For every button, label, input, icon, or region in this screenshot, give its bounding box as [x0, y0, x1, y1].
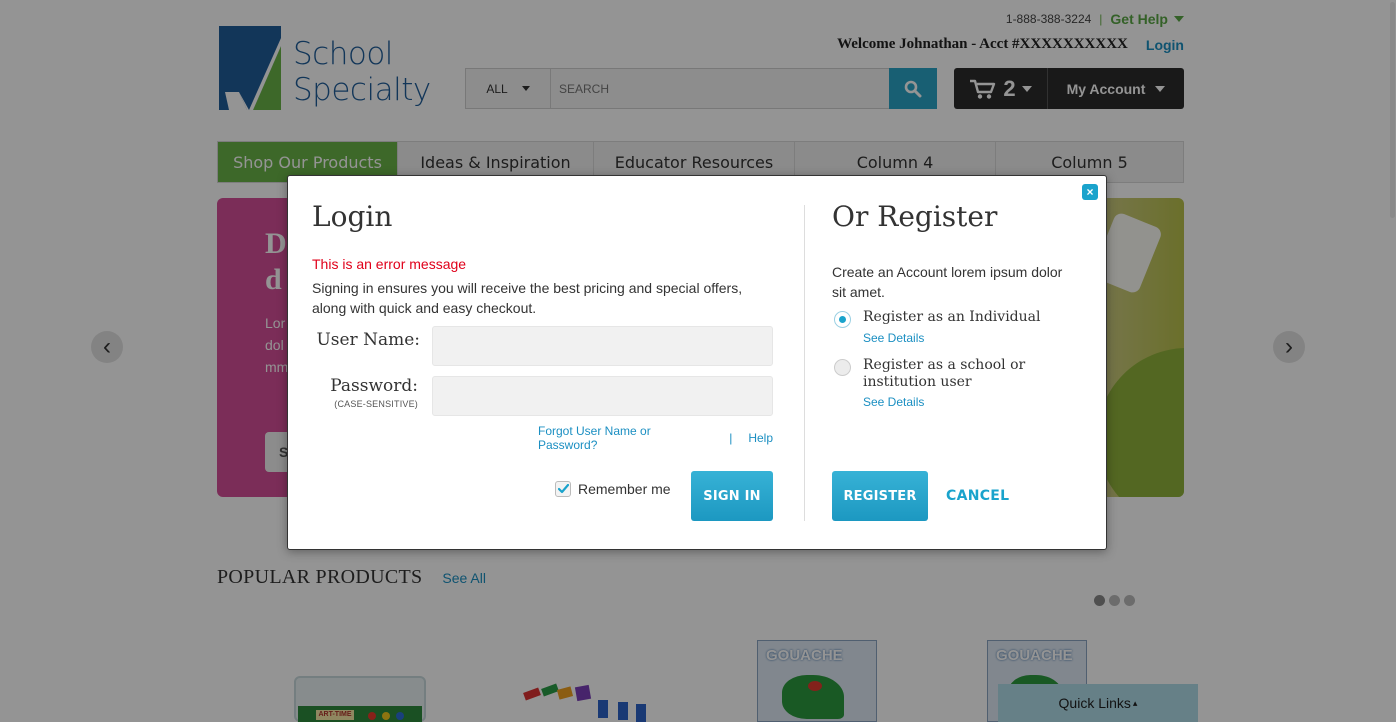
- page-scrollbar[interactable]: [1389, 0, 1396, 722]
- help-link[interactable]: Help: [748, 431, 773, 445]
- remember-me[interactable]: Remember me: [555, 481, 671, 497]
- remember-me-checkbox[interactable]: [555, 481, 571, 497]
- password-label: Password:: [330, 376, 418, 396]
- radio-dot: [839, 316, 846, 323]
- login-help-links: Forgot User Name or Password? | Help: [538, 424, 773, 452]
- close-icon: ×: [1086, 185, 1094, 199]
- register-button[interactable]: REGISTER: [832, 471, 928, 521]
- register-option-institution[interactable]: Register as a school or institution user…: [834, 357, 1043, 409]
- register-option-text: Register as a school or institution user…: [863, 357, 1043, 409]
- forgot-credentials-link[interactable]: Forgot User Name or Password?: [538, 424, 713, 452]
- register-title: Or Register: [832, 200, 998, 233]
- radio-institution[interactable]: [834, 359, 851, 376]
- error-message: This is an error message: [312, 256, 467, 272]
- login-title: Login: [312, 200, 393, 233]
- username-input[interactable]: [432, 326, 773, 366]
- separator: |: [729, 431, 733, 445]
- login-register-modal: × Login This is an error message Signing…: [287, 175, 1107, 550]
- close-button[interactable]: ×: [1082, 184, 1098, 200]
- password-input[interactable]: [432, 376, 773, 416]
- register-intro: Create an Account lorem ipsum dolor sit …: [832, 264, 1063, 300]
- column-divider: [804, 205, 805, 521]
- register-option-label: Register as a school or institution user: [863, 357, 1026, 390]
- login-intro: Signing in ensures you will receive the …: [312, 280, 743, 316]
- username-label: User Name:: [316, 330, 420, 350]
- cancel-button[interactable]: CANCEL: [946, 488, 1009, 504]
- sign-in-button[interactable]: SIGN IN: [691, 471, 773, 521]
- scrollbar-thumb[interactable]: [1390, 2, 1395, 218]
- register-option-text: Register as an Individual See Details: [863, 309, 1043, 345]
- see-details-link[interactable]: See Details: [863, 395, 1043, 409]
- radio-individual[interactable]: [834, 311, 851, 328]
- password-hint: (CASE-SENSITIVE): [334, 399, 418, 409]
- register-option-label: Register as an Individual: [863, 309, 1041, 325]
- remember-me-label: Remember me: [578, 481, 671, 497]
- register-option-individual[interactable]: Register as an Individual See Details: [834, 309, 1043, 345]
- see-details-link[interactable]: See Details: [863, 331, 1043, 345]
- checkmark-icon: [557, 484, 569, 494]
